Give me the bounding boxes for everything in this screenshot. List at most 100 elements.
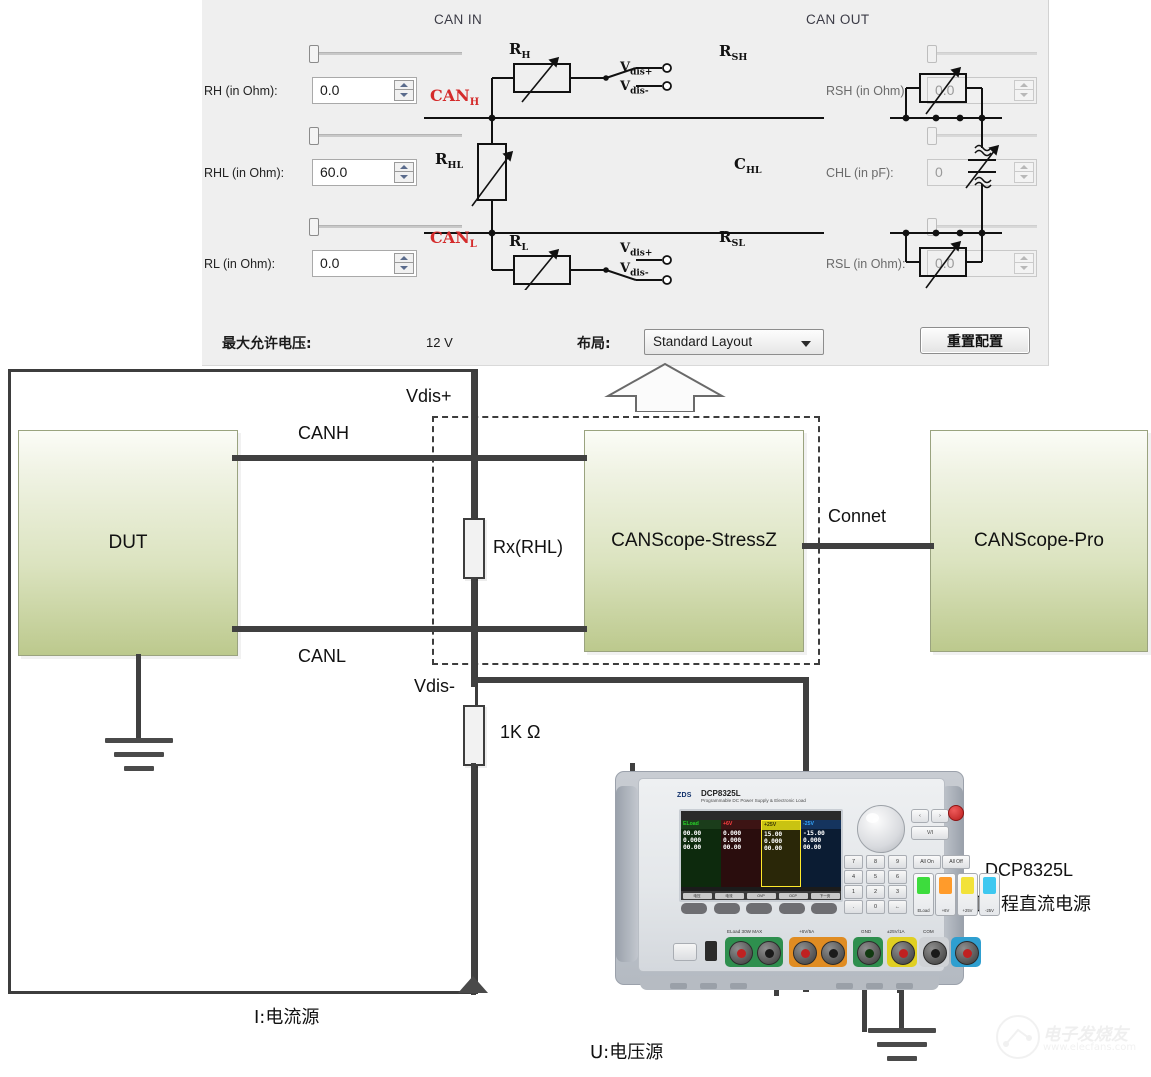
psu-vent-slot-5 — [866, 983, 883, 989]
rh-slider-thumb[interactable] — [309, 45, 319, 63]
psu-nav-left-button[interactable]: ‹ — [911, 809, 929, 823]
psu-channel-button-neg25v-label: -25V — [985, 908, 994, 913]
psu-key-4[interactable]: 4 — [844, 870, 863, 884]
psu-key-6[interactable]: 6 — [888, 870, 907, 884]
psu-channel-button-eload-label: ELoad — [917, 908, 930, 913]
layout-select[interactable]: Standard Layout — [644, 329, 824, 355]
psu-channel-button-25v-label: +25V — [962, 908, 973, 913]
psu-terminal-eload-minus[interactable] — [757, 941, 781, 965]
psu-channel-button-eload[interactable]: ELoad — [913, 873, 934, 916]
one-k-ohm-label: 1K Ω — [500, 722, 541, 742]
psu-channel-button-6v[interactable]: +6V — [935, 873, 956, 916]
psu-vent-slot-1 — [670, 983, 687, 989]
psu-lcd-screen: ELoad 00.00 0.000 00.00 +6V 0.000 0.000 … — [679, 809, 843, 902]
psu-terminal-6v-plus[interactable] — [793, 941, 817, 965]
lcd-channel-6v: +6V 0.000 0.000 00.00 — [721, 820, 761, 887]
lcd-ch-6v-readings: 0.000 0.000 00.00 — [721, 829, 761, 852]
psu-rotary-knob[interactable] — [857, 805, 905, 853]
rl-slider-thumb[interactable] — [309, 218, 319, 236]
psu-keypad[interactable]: 7 8 9 4 5 6 1 2 3 . 0 ← — [844, 855, 908, 914]
lcd-ch-6v-v: 0.000 — [723, 830, 741, 837]
chl-component-label: CHL — [734, 155, 762, 176]
psu-all-on-button[interactable]: All On — [913, 855, 941, 869]
lcd-softkey-bar: 电压 电流 OVP OCP 下一页 — [681, 891, 841, 900]
rh-stepper-up[interactable] — [394, 80, 414, 90]
elecfans-watermark: 电子发烧友 www.elecfans.com — [995, 1012, 1145, 1070]
rhl-label: RHL (in Ohm): — [204, 166, 285, 180]
rh-stepper-down[interactable] — [394, 90, 414, 101]
psu-power-red-button[interactable] — [948, 805, 964, 821]
psu-key-9[interactable]: 9 — [888, 855, 907, 869]
chl-label: CHL (in pF): — [826, 166, 894, 180]
layout-label: 布局: — [577, 336, 611, 352]
psu-vi-button[interactable]: V/I — [911, 826, 949, 840]
max-voltage-label: 最大允许电压: — [222, 336, 312, 352]
rh-value: 0.0 — [320, 82, 340, 98]
rhl-stepper-down[interactable] — [394, 172, 414, 183]
rhl-slider-thumb[interactable] — [309, 127, 319, 145]
rh-component-label: RH — [509, 40, 531, 61]
lcd-ch-25v-name: +25V — [762, 821, 800, 830]
rhl-value: 60.0 — [320, 164, 348, 180]
psu-key-7[interactable]: 7 — [844, 855, 863, 869]
psu-6v-terminal-label: +6V/5A — [799, 929, 815, 934]
loop-wire-left — [8, 369, 11, 994]
dut-ground-wire — [136, 654, 141, 741]
psu-key-1[interactable]: 1 — [844, 885, 863, 899]
chevron-down-icon — [801, 341, 811, 347]
psu-power-button[interactable] — [673, 943, 697, 961]
can-out-schematic — [890, 66, 1002, 289]
rl-stepper-up[interactable] — [394, 253, 414, 263]
rsl-component-label: RSL — [719, 228, 746, 249]
lcd-ch-eload-w: 00.00 — [683, 844, 701, 851]
lcd-ch-neg25v-v: -15.00 — [803, 830, 825, 837]
psu-terminal-ground[interactable] — [857, 941, 881, 965]
psu-vent-slot-6 — [896, 983, 913, 989]
psu-all-off-button[interactable]: All Off — [942, 855, 970, 869]
rhl-stepper[interactable] — [394, 162, 414, 183]
rl-stepper[interactable] — [394, 253, 414, 274]
rl-stepper-down[interactable] — [394, 263, 414, 274]
block-canscope-stressz: CANScope-StressZ — [584, 430, 804, 652]
watermark-logo-icon — [996, 1015, 1040, 1059]
rhl-input[interactable]: 60.0 — [312, 159, 417, 186]
psu-terminal-neg25v[interactable] — [955, 941, 979, 965]
reset-config-button[interactable]: 重置配置 — [920, 327, 1030, 354]
psu-softkey-button-4[interactable] — [778, 903, 805, 914]
psu-softkey-buttons[interactable] — [681, 903, 837, 914]
rh-stepper[interactable] — [394, 80, 414, 101]
rl-input[interactable]: 0.0 — [312, 250, 417, 277]
psu-softkey-button-5[interactable] — [811, 903, 837, 914]
psu-channel-indicator-25v — [961, 877, 974, 894]
psu-key-8[interactable]: 8 — [866, 855, 885, 869]
stress-config-panel: CAN IN CAN OUT RH (in Ohm): 0.0 RHL (in … — [202, 0, 1049, 366]
psu-key-5[interactable]: 5 — [866, 870, 885, 884]
psu-key-backspace[interactable]: ← — [888, 900, 907, 914]
rl-label: RL (in Ohm): — [204, 257, 276, 271]
lcd-ch-neg25v-readings: -15.00 0.000 00.00 — [801, 829, 841, 852]
psu-nav-right-button[interactable]: › — [931, 809, 949, 823]
psu-terminal-6v-minus[interactable] — [821, 941, 845, 965]
psu-terminal-pos25v[interactable] — [891, 941, 915, 965]
current-direction-arrow-icon — [458, 976, 488, 993]
psu-usb-port[interactable] — [705, 941, 717, 961]
psu-terminal-eload-plus[interactable] — [729, 941, 753, 965]
psu-softkey-button-1[interactable] — [681, 903, 707, 914]
rhl-stepper-up[interactable] — [394, 162, 414, 172]
psu-key-dot[interactable]: . — [844, 900, 863, 914]
lcd-softkey-3: OCP — [778, 892, 808, 899]
psu-key-3[interactable]: 3 — [888, 885, 907, 899]
psu-channel-button-neg25v[interactable]: -25V — [979, 873, 1000, 916]
psu-softkey-button-2[interactable] — [713, 903, 740, 914]
lcd-ch-25v-w: 00.00 — [764, 845, 782, 852]
psu-key-2[interactable]: 2 — [866, 885, 885, 899]
psu-key-0[interactable]: 0 — [866, 900, 885, 914]
psu-softkey-button-3[interactable] — [746, 903, 772, 914]
psu-channel-indicator-eload — [917, 877, 930, 894]
vdis-minus-label-2: Vdis- — [620, 261, 649, 279]
psu-terminal-com[interactable] — [923, 941, 947, 965]
rh-input[interactable]: 0.0 — [312, 77, 417, 104]
canl-label: CANL — [298, 646, 347, 666]
vdis-plus-wire — [471, 372, 476, 522]
psu-channel-button-25v[interactable]: +25V — [957, 873, 978, 916]
